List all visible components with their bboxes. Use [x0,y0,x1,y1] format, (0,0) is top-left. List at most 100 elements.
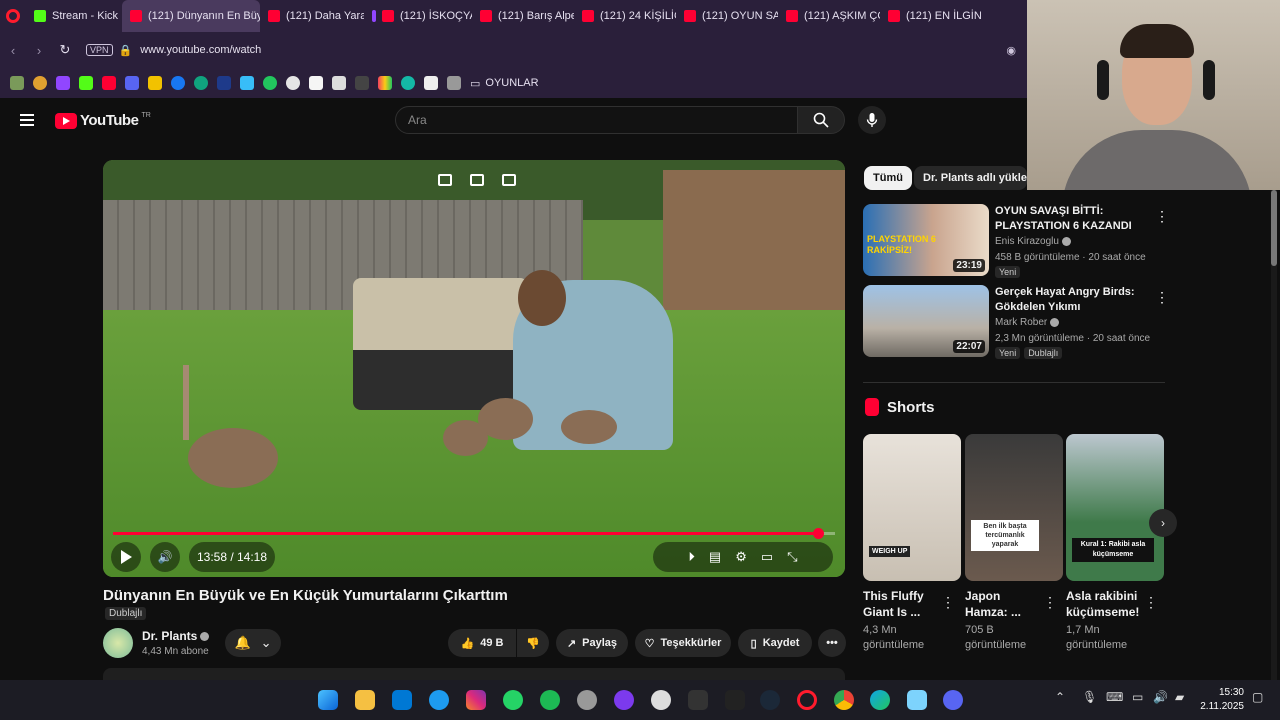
twitter-icon[interactable] [429,690,449,710]
speaker-icon[interactable]: 🔊 [1153,690,1168,704]
discord-icon[interactable] [943,690,963,710]
menu-icon[interactable] [20,114,34,129]
channel-avatar[interactable] [103,628,133,658]
epic-games-icon[interactable] [725,690,745,710]
fullscreen-icon[interactable]: ⤡ [787,549,797,565]
description-box[interactable] [103,668,845,680]
bookmark-icon[interactable] [148,76,162,90]
display-icon[interactable]: ▭ [1132,690,1143,704]
opera-logo-icon[interactable] [6,9,20,23]
recommendation-title[interactable]: Gerçek Hayat Angry Birds: Gökdelen Yıkım… [995,285,1145,315]
battery-icon[interactable]: ▰ [1175,690,1184,704]
bookmark-icon[interactable] [240,76,254,90]
thanks-button[interactable]: ♡ Teşekkürler [635,629,731,657]
bookmark-icon[interactable] [286,76,300,90]
whatsapp-icon[interactable] [503,690,523,710]
recommendation-item[interactable]: PLAYSTATION 6 RAKİPSİZ! 23:19 OYUN SAVAŞ… [863,204,1169,278]
twitch-icon[interactable] [56,76,70,90]
tab-video-8[interactable]: (121) EN İLGİNÇ Y [880,0,982,32]
chatgpt-icon[interactable] [194,76,208,90]
video-thumbnail[interactable]: 22:07 [863,285,989,357]
forward-icon[interactable]: › [26,43,52,58]
bookmark-icon[interactable] [33,76,47,90]
recommendation-item[interactable]: 22:07 Gerçek Hayat Angry Birds: Gökdelen… [863,285,1169,359]
microphone-icon[interactable]: 🎙 [1082,690,1097,704]
search-button[interactable] [797,106,845,134]
bookmark-icon[interactable] [217,76,231,90]
kick-icon[interactable] [79,76,93,90]
autoplay-toggle-icon[interactable]: ⏵ [688,549,695,565]
app-icon[interactable] [907,690,927,710]
outlook-icon[interactable] [392,690,412,710]
youtube-icon[interactable] [102,76,116,90]
progress-bar[interactable] [113,528,835,539]
spotify-icon[interactable] [540,690,560,710]
document-icon[interactable] [309,76,323,90]
app-icon[interactable] [688,690,708,710]
bookmark-folder-oyunlar[interactable]: ▭ OYUNLAR [470,77,539,90]
file-explorer-icon[interactable] [355,690,375,710]
chevron-up-icon[interactable]: ⌃ [1055,690,1065,704]
dislike-button[interactable]: 👎 [517,629,549,657]
bookmark-icon[interactable] [263,76,277,90]
bookmark-icon[interactable] [355,76,369,90]
page-scrollbar[interactable] [1271,190,1277,680]
youtube-logo[interactable]: YouTube TR [55,112,151,129]
volume-button[interactable]: 🔊 [150,542,180,572]
tab-active-video[interactable]: (121) Dünyanın En Büyük [122,0,260,32]
save-button[interactable]: ▯ Kaydet [738,629,812,657]
bookmark-icon[interactable] [10,76,24,90]
vpn-badge[interactable]: VPN [86,44,113,56]
reload-icon[interactable]: ↻ [52,42,78,58]
tab-video-6[interactable]: (121) OYUN SAVA [676,0,778,32]
short-thumbnail[interactable]: WEIGH UP [863,434,961,581]
tab-video-2[interactable]: (121) Daha Yaratıc [260,0,364,32]
bookmark-icon[interactable] [447,76,461,90]
tab-video-7[interactable]: (121) AŞKIM ÇOK [778,0,880,32]
opera-icon[interactable] [797,690,817,710]
back-icon[interactable]: ‹ [0,43,26,58]
short-title[interactable]: This Fluffy Giant Is ... [863,588,943,620]
bookmark-icon[interactable] [332,76,346,90]
chrome-icon[interactable] [834,690,854,710]
tab-video-3[interactable]: (121) İSKOÇYA VL [364,0,472,32]
url-text[interactable]: www.youtube.com/watch [140,44,261,56]
recommendation-title[interactable]: OYUN SAVAŞI BİTTİ: PLAYSTATION 6 KAZANDI [995,204,1145,234]
app-icon[interactable] [614,690,634,710]
keyboard-icon[interactable]: ⌨ [1106,690,1123,704]
share-button[interactable]: ↗ Paylaş [556,629,628,657]
short-item[interactable]: Ben ilk başta tercümanlık yaparak Japon … [965,434,1063,653]
more-icon[interactable]: ⋮ [1155,289,1169,306]
short-thumbnail[interactable]: Ben ilk başta tercümanlık yaparak [965,434,1063,581]
short-thumbnail[interactable]: Kural 1: Rakibi asla küçümseme [1066,434,1164,581]
more-icon[interactable]: ⋮ [1155,208,1169,225]
filter-chip-all[interactable]: Tümü [864,166,912,190]
subtitles-icon[interactable]: ▤ [709,549,721,565]
instagram-icon[interactable] [466,690,486,710]
recommendation-channel[interactable]: Mark Rober [995,317,1060,328]
filter-chip-uploader[interactable]: Dr. Plants adlı yükleyici [914,166,1027,190]
more-icon[interactable]: ⋮ [1144,594,1158,611]
short-title[interactable]: Asla rakibini küçümseme! [1066,588,1146,620]
scrollbar-thumb[interactable] [1271,190,1277,266]
bookmark-icon[interactable] [424,76,438,90]
obs-icon[interactable] [651,690,671,710]
tab-video-4[interactable]: (121) Barış Alper [472,0,574,32]
recommendation-channel[interactable]: Enis Kirazoglu [995,236,1071,247]
theater-mode-icon[interactable]: ▭ [761,549,773,565]
tab-kick[interactable]: Stream - Kick Das [26,0,122,32]
steam-icon[interactable] [760,690,780,710]
discord-icon[interactable] [125,76,139,90]
system-clock[interactable]: 15:30 2.11.2025 [1200,686,1244,714]
bookmark-icon[interactable] [378,76,392,90]
play-button[interactable] [111,542,141,572]
autoplay-icon[interactable] [470,174,484,186]
notification-icon[interactable]: ▢ [1252,690,1263,704]
camera-icon[interactable]: ◉ [1006,44,1016,57]
settings-icon[interactable]: ⚙ [735,549,747,565]
more-icon[interactable]: ⋮ [941,594,955,611]
short-title[interactable]: Japon Hamza: ... [965,588,1045,620]
facebook-icon[interactable] [171,76,185,90]
miniplayer-icon[interactable] [438,174,452,186]
app-icon[interactable] [577,690,597,710]
